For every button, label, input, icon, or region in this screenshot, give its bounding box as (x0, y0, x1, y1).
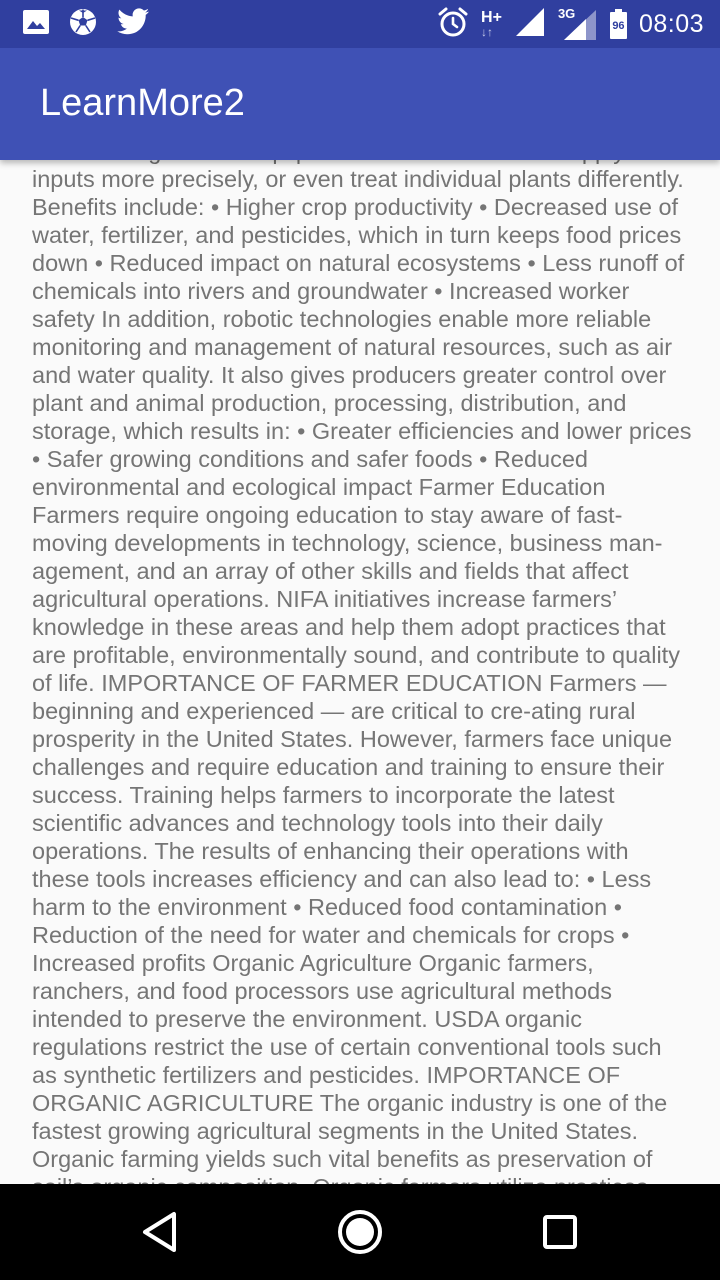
network-type-indicator: H+ ↓↑ (481, 9, 502, 39)
signal-icon (514, 6, 546, 42)
network-type-label: H+ (481, 9, 502, 26)
home-button[interactable] (330, 1204, 390, 1260)
back-button[interactable] (130, 1204, 190, 1260)
body-text: Precision agriculture equipment enables … (32, 160, 692, 1184)
navigation-bar (0, 1184, 720, 1280)
recents-icon (543, 1215, 577, 1249)
battery-level-label: 96 (612, 20, 625, 32)
app-title: LearnMore2 (40, 82, 245, 124)
alarm-icon (437, 6, 469, 42)
data-activity-icon: ↓↑ (481, 25, 494, 39)
recents-button[interactable] (530, 1204, 590, 1260)
system-icons: H+ ↓↑ 3G 96 08:03 (437, 6, 704, 42)
content-scroll-view[interactable]: Precision agriculture equipment enables … (0, 160, 720, 1184)
signal-3g-icon: 3G (558, 6, 598, 42)
soccer-ball-icon (68, 7, 98, 41)
twitter-icon (116, 8, 150, 40)
image-icon (22, 8, 50, 40)
back-icon (143, 1212, 176, 1252)
notification-icons (22, 8, 150, 40)
app-bar: LearnMore2 (0, 48, 720, 160)
status-bar: H+ ↓↑ 3G 96 08:03 (0, 0, 720, 48)
home-icon (338, 1210, 382, 1254)
battery-icon: 96 (609, 9, 627, 39)
screen: H+ ↓↑ 3G 96 08:03 LearnMore2 inputs more… (0, 0, 720, 1280)
status-time: 08:03 (638, 9, 704, 38)
